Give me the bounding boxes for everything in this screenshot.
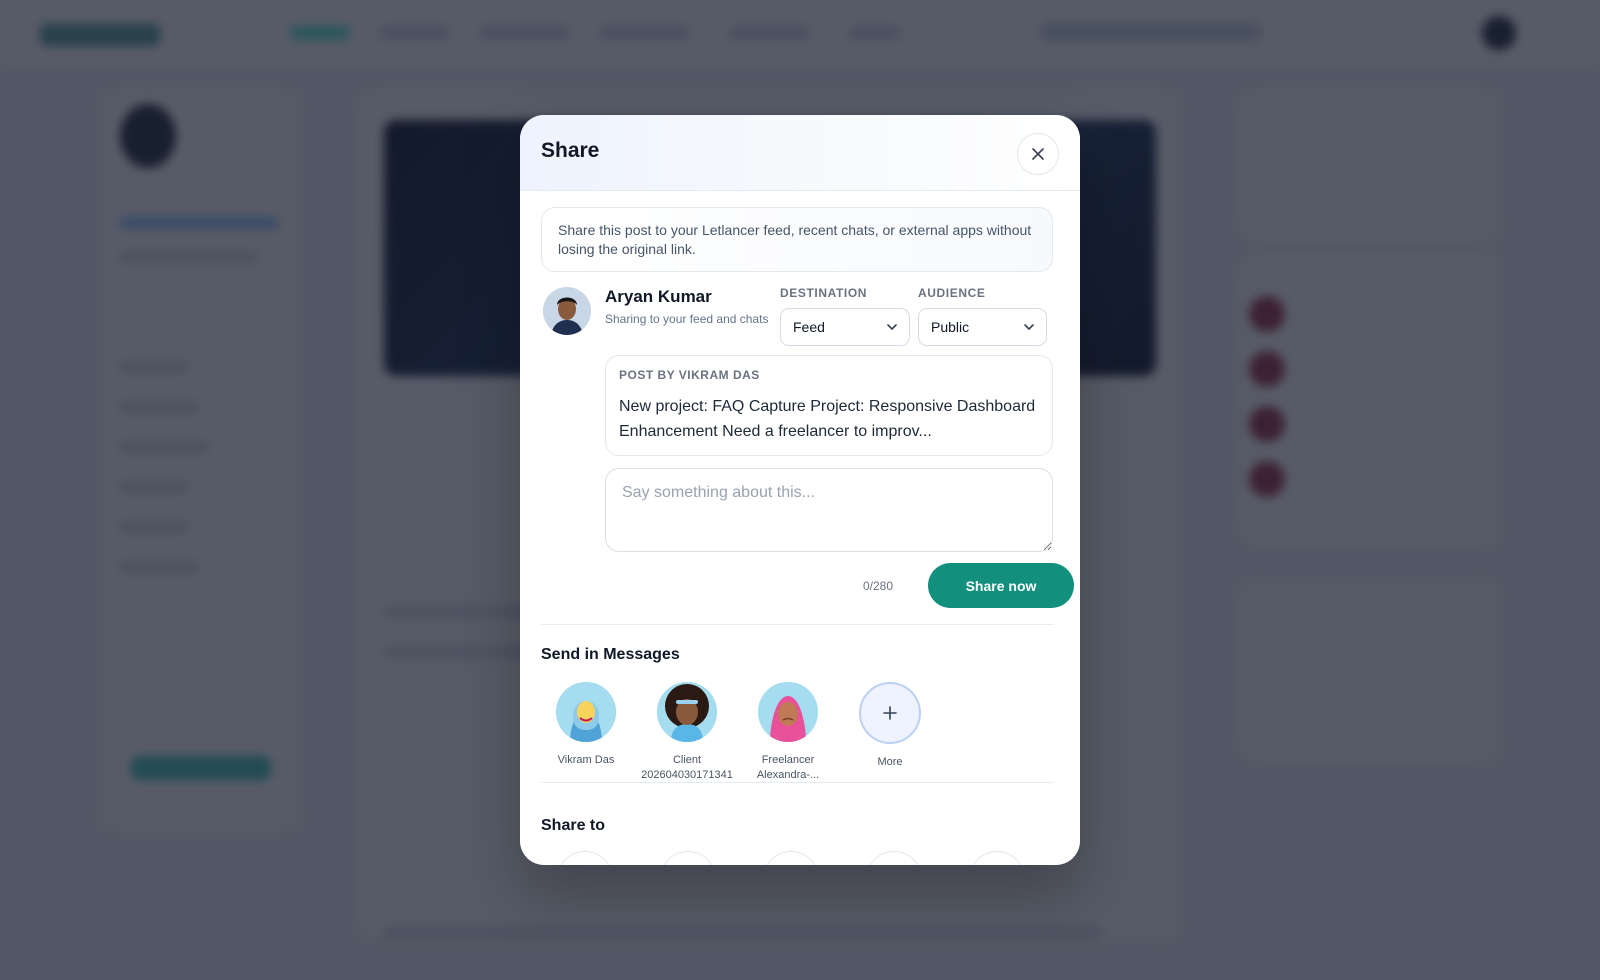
- avatar: [657, 682, 717, 742]
- destination-value: Feed: [793, 319, 825, 335]
- destination-select[interactable]: Feed: [780, 308, 910, 346]
- messages-section-title: Send in Messages: [541, 646, 680, 663]
- audience-select[interactable]: Public: [918, 308, 1047, 346]
- post-preview: POST BY VIKRAM DAS New project: FAQ Capt…: [605, 355, 1053, 456]
- share-to-section-title: Share to: [541, 817, 606, 834]
- close-icon: [1032, 148, 1044, 160]
- avatar: [556, 682, 616, 742]
- chevron-down-icon: [887, 324, 897, 330]
- more-label: More: [877, 756, 903, 768]
- modal-header: Share: [520, 115, 1080, 191]
- share-target-button[interactable]: [763, 851, 819, 865]
- sharer-name: Aryan Kumar: [605, 287, 712, 306]
- chevron-down-icon: [1024, 324, 1034, 330]
- contact-name: Vikram Das: [557, 754, 615, 766]
- audience-label: AUDIENCE: [918, 286, 986, 300]
- contact-item[interactable]: Vikram Das: [536, 682, 636, 768]
- share-modal: Share Share this post to your Letlancer …: [520, 115, 1080, 865]
- contact-name: Client 202604030171341: [641, 754, 733, 781]
- comment-input[interactable]: [605, 468, 1053, 552]
- modal-title: Share: [541, 139, 600, 162]
- close-button[interactable]: [1017, 133, 1059, 175]
- contact-item[interactable]: Freelancer Alexandra-...: [738, 682, 838, 783]
- share-target-button[interactable]: [660, 851, 716, 865]
- share-target-button[interactable]: [866, 851, 922, 865]
- post-text: New project: FAQ Capture Project: Respon…: [619, 394, 1039, 444]
- character-counter: 0/280: [863, 579, 894, 593]
- avatar: [758, 682, 818, 742]
- post-text-content: New project: FAQ Capture Project: Respon…: [619, 398, 1036, 440]
- share-target-button[interactable]: [969, 851, 1025, 865]
- divider: [541, 782, 1053, 783]
- plus-icon-wrapper: [859, 682, 921, 744]
- audience-value: Public: [931, 319, 970, 335]
- avatar: [543, 287, 591, 335]
- post-author-label: POST BY VIKRAM DAS: [619, 368, 760, 382]
- more-contacts-button[interactable]: More: [840, 682, 940, 770]
- contact-item[interactable]: Client 202604030171341: [637, 682, 737, 783]
- share-description: Share this post to your Letlancer feed, …: [541, 207, 1053, 272]
- destination-label: DESTINATION: [780, 286, 868, 300]
- sharer-subtitle: Sharing to your feed and chats: [605, 312, 769, 326]
- share-now-button[interactable]: Share now: [928, 563, 1074, 608]
- plus-icon: [883, 706, 897, 720]
- share-target-button[interactable]: [557, 851, 613, 865]
- divider: [541, 624, 1053, 625]
- contact-name: Freelancer Alexandra-...: [756, 754, 820, 781]
